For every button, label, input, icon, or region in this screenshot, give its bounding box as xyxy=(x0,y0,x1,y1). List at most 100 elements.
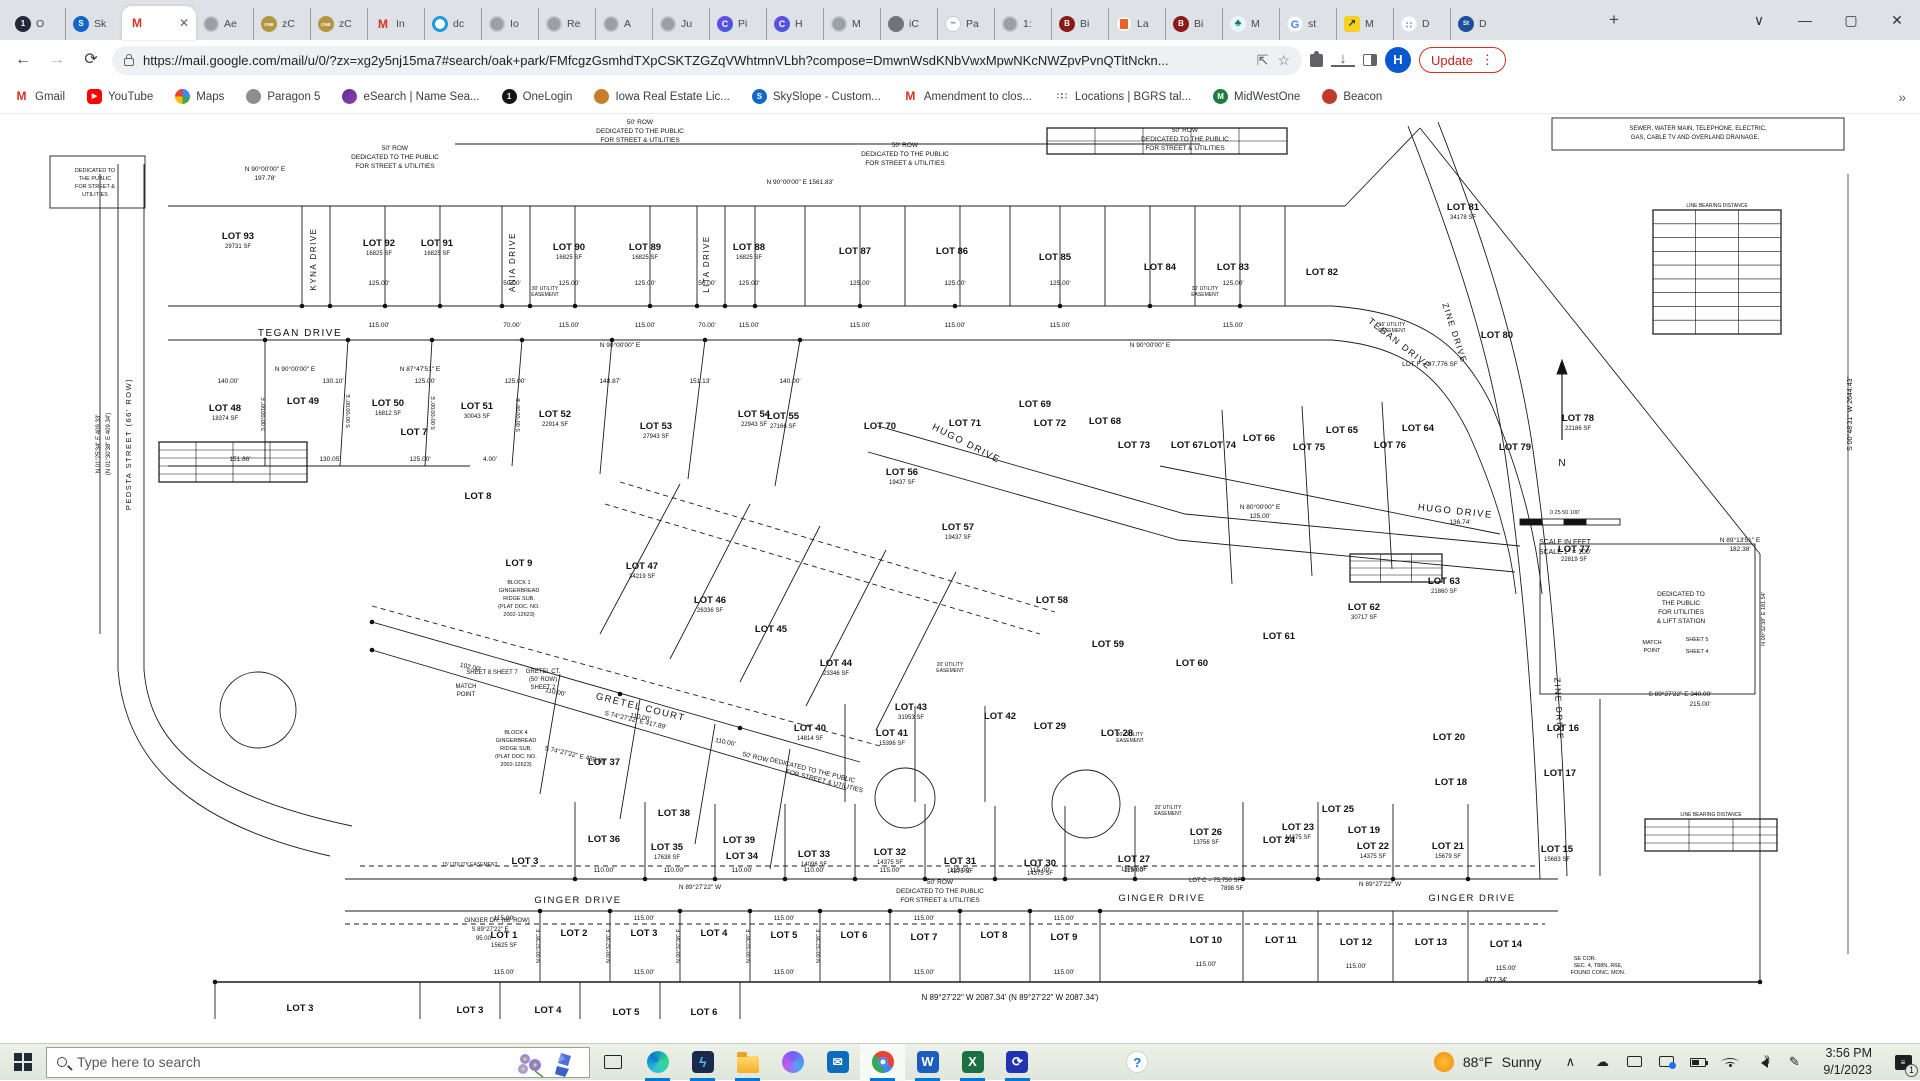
bookmark-item[interactable]: SSkySlope - Custom... xyxy=(752,89,881,104)
lot-label: LOT 18 xyxy=(1435,777,1467,788)
tab[interactable]: 1O xyxy=(8,8,65,40)
task-view-button[interactable] xyxy=(590,1044,635,1081)
tab[interactable]: iC xyxy=(880,8,937,40)
address-bar[interactable]: https://mail.google.com/mail/u/0/?zx=xg2… xyxy=(112,46,1302,75)
tray-chevron-icon[interactable]: ∧ xyxy=(1555,1054,1585,1070)
search-highlight-flowers-icon[interactable] xyxy=(513,1049,583,1078)
wifi-icon[interactable] xyxy=(1715,1055,1745,1070)
bookmark-item[interactable]: MMidWestOne xyxy=(1213,89,1300,104)
tab[interactable]: ONEzC xyxy=(310,8,367,40)
map-text: SCALE IN FEET xyxy=(1539,539,1591,546)
update-chrome-button[interactable]: Update ⋮ xyxy=(1419,47,1506,73)
bookmark-item[interactable]: Maps xyxy=(175,89,224,104)
tab[interactable]: A xyxy=(595,8,652,40)
start-button[interactable] xyxy=(0,1044,46,1081)
notification-center-button[interactable]: ≡ 1 xyxy=(1886,1044,1920,1081)
map-text: 115.00' xyxy=(880,867,901,874)
url-text[interactable]: https://mail.google.com/mail/u/0/?zx=xg2… xyxy=(143,53,1248,68)
pen-icon[interactable]: ✎ xyxy=(1779,1054,1809,1070)
tab[interactable]: StD xyxy=(1450,8,1507,40)
battery-icon[interactable] xyxy=(1683,1055,1713,1070)
taskbar-clock[interactable]: 3:56 PM 9/1/2023 xyxy=(1811,1045,1884,1079)
bookmark-item[interactable]: ▶YouTube xyxy=(87,89,153,104)
share-icon[interactable]: ⇱ xyxy=(1257,52,1269,69)
tab-active-gmail[interactable]: M✕ xyxy=(122,6,196,40)
close-button[interactable]: ✕ xyxy=(1874,12,1920,29)
taskbar-app-chrome[interactable] xyxy=(860,1044,905,1081)
taskbar-app-help[interactable]: ? xyxy=(1115,1044,1160,1081)
new-tab-button[interactable]: + xyxy=(1600,6,1628,34)
update-tray-icon[interactable] xyxy=(1651,1055,1681,1070)
tab[interactable]: ONEzC xyxy=(253,8,310,40)
display-icon[interactable] xyxy=(1619,1055,1649,1070)
lot-label: LOT 46 xyxy=(694,595,726,606)
map-text: 34219 SF xyxy=(629,574,655,580)
taskbar-search-box[interactable]: Type here to search xyxy=(46,1047,590,1078)
tab[interactable]: Ae xyxy=(196,8,253,40)
tab[interactable]: Ju xyxy=(652,8,709,40)
tab[interactable]: M xyxy=(823,8,880,40)
bookmark-item[interactable]: MAmendment to clos... xyxy=(903,89,1032,104)
tab[interactable]: CPi xyxy=(709,8,766,40)
bookmark-star-icon[interactable]: ☆ xyxy=(1277,52,1290,69)
bookmark-item[interactable]: eSearch | Name Sea... xyxy=(342,89,479,104)
forward-button[interactable]: → xyxy=(44,47,70,73)
downloads-icon[interactable]: ↓ xyxy=(1331,53,1355,67)
minimize-button[interactable]: — xyxy=(1782,12,1828,28)
tab[interactable]: Gst xyxy=(1279,8,1336,40)
tab[interactable]: BBi xyxy=(1165,8,1222,40)
lot-label: LOT 43 xyxy=(895,702,927,713)
lot-label: LOT 79 xyxy=(1499,442,1531,453)
taskbar-app-copilot[interactable] xyxy=(770,1044,815,1081)
tab[interactable]: ∷D xyxy=(1393,8,1450,40)
tab[interactable]: MIn xyxy=(367,8,424,40)
map-text: 15396 SF xyxy=(879,741,905,747)
maximize-button[interactable]: ▢ xyxy=(1828,12,1874,29)
bookmark-item[interactable]: Beacon xyxy=(1322,89,1382,104)
taskbar-app-excel[interactable]: X xyxy=(950,1044,995,1081)
bookmark-item[interactable]: Iowa Real Estate Lic... xyxy=(594,89,729,104)
taskbar-app-mail[interactable]: ✉ xyxy=(815,1044,860,1081)
tab[interactable]: dc xyxy=(424,8,481,40)
onedrive-cloud-icon[interactable]: ☁ xyxy=(1587,1054,1617,1070)
chrome-menu-chevron-icon[interactable]: ∨ xyxy=(1736,12,1782,29)
map-text: 125.00' xyxy=(634,280,655,287)
tab[interactable]: Re xyxy=(538,8,595,40)
tab[interactable]: BBi xyxy=(1051,8,1108,40)
taskbar-app-explorer[interactable] xyxy=(725,1044,770,1081)
side-panel-icon[interactable] xyxy=(1363,54,1377,66)
profile-avatar[interactable]: H xyxy=(1385,47,1411,73)
back-button[interactable]: ← xyxy=(10,47,36,73)
tab[interactable]: 1: xyxy=(994,8,1051,40)
taskbar-app-word[interactable]: W xyxy=(905,1044,950,1081)
volume-icon[interactable] xyxy=(1747,1055,1777,1070)
bookmarks-overflow-chevron[interactable]: » xyxy=(1898,89,1906,105)
tab[interactable]: Io xyxy=(481,8,538,40)
weather-widget[interactable]: 88°F Sunny xyxy=(1420,1052,1555,1072)
tab[interactable]: SSk xyxy=(65,8,122,40)
tab[interactable]: ↗M xyxy=(1336,8,1393,40)
tab[interactable]: ~Pa xyxy=(937,8,994,40)
map-text: 95.00' xyxy=(476,936,492,942)
tab[interactable]: La xyxy=(1108,8,1165,40)
lot-label: LOT 80 xyxy=(1481,330,1513,341)
lock-icon[interactable] xyxy=(124,58,134,66)
taskbar-app-sync[interactable]: ⟳ xyxy=(995,1044,1040,1081)
tab-close-icon[interactable]: ✕ xyxy=(179,16,189,30)
bookmark-item[interactable]: Paragon 5 xyxy=(246,89,320,104)
bookmark-item[interactable]: ∷∷Locations | BGRS tal... xyxy=(1054,89,1191,104)
extensions-icon[interactable] xyxy=(1310,54,1323,67)
bookmark-item[interactable]: MGmail xyxy=(14,89,65,104)
page-content-plat-map: LOT 9329731 SFLOT 9216825 SFLOT 9116825 … xyxy=(0,114,1920,1043)
map-text: 125.00' xyxy=(849,280,870,287)
reload-button[interactable]: ⟳ xyxy=(78,47,104,73)
lot-label: LOT 5 xyxy=(771,930,799,941)
taskbar-app-edge[interactable] xyxy=(635,1044,680,1081)
tab[interactable]: CH xyxy=(766,8,823,40)
search-placeholder: Type here to search xyxy=(77,1054,201,1070)
bookmark-item[interactable]: 1OneLogin xyxy=(502,89,573,104)
tab[interactable]: ♣M xyxy=(1222,8,1279,40)
kebab-menu-icon[interactable]: ⋮ xyxy=(1481,52,1494,68)
taskbar-app-bolt[interactable]: ϟ xyxy=(680,1044,725,1081)
map-text: MATCH xyxy=(1642,640,1661,646)
